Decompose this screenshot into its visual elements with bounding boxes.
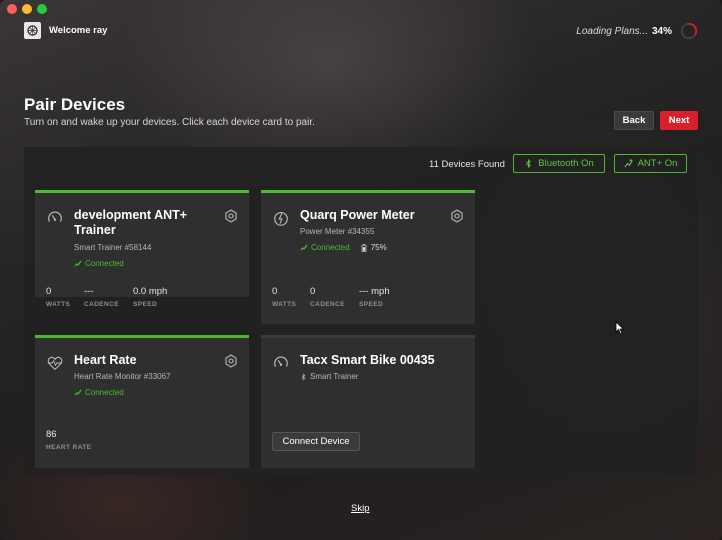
device-title: Heart Rate: [74, 353, 137, 367]
ant-label: ANT+ On: [637, 158, 678, 169]
top-bar: Welcome ray Loading Plans... 34%: [24, 20, 698, 42]
app-window: Welcome ray Loading Plans... 34% Pair De…: [0, 0, 722, 540]
device-card-power-meter[interactable]: Quarq Power Meter Power Meter #34355 Con…: [261, 190, 475, 324]
next-button[interactable]: Next: [660, 111, 698, 130]
loading-spinner-icon: [680, 22, 698, 40]
metric-cadence: --- CADENCE: [84, 286, 119, 308]
device-subtitle: Smart Trainer: [310, 372, 359, 381]
app-logo: [24, 22, 41, 39]
bluetooth-icon: [301, 372, 306, 381]
metric-label: WATTS: [272, 301, 297, 308]
close-window-button[interactable]: [7, 4, 17, 14]
settings-gear-icon[interactable]: [450, 209, 464, 223]
mouse-cursor-icon: [615, 321, 625, 335]
metric-value: ---: [84, 286, 94, 297]
device-subtitle: Smart Trainer #58144: [74, 243, 152, 252]
metric-label: SPEED: [133, 301, 158, 308]
metric-label: SPEED: [359, 301, 384, 308]
device-card-heart-rate[interactable]: Heart Rate Heart Rate Monitor #33067 Con…: [35, 335, 249, 468]
trainer-icon: [48, 211, 62, 222]
ant-plus-icon: [624, 159, 633, 168]
connected-icon: [74, 260, 82, 266]
device-title: development ANT+ Trainer: [74, 208, 188, 237]
metric-speed: 0.0 mph SPEED: [133, 286, 167, 308]
metric-value: 0: [310, 286, 316, 297]
minimize-window-button[interactable]: [22, 4, 32, 14]
status-text: Connected: [85, 388, 124, 397]
connected-icon: [300, 244, 308, 250]
welcome-text: Welcome ray: [49, 25, 108, 36]
metric-value: 86: [46, 429, 57, 440]
metric-value: 0: [46, 286, 52, 297]
settings-gear-icon[interactable]: [224, 354, 238, 368]
trainer-icon: [274, 356, 288, 367]
metric-label: HEART RATE: [46, 444, 92, 451]
window-controls: [7, 4, 47, 14]
devices-panel: 11 Devices Found Bluetooth On ANT+ On de…: [24, 147, 698, 475]
status-text: Connected: [85, 259, 124, 268]
devices-found-count: 11 Devices Found: [429, 159, 505, 170]
metric-watts: 0 WATTS: [46, 286, 70, 308]
metric-speed: --- mph SPEED: [359, 286, 390, 308]
metric-cadence: 0 CADENCE: [310, 286, 345, 308]
device-card-smart-bike[interactable]: Tacx Smart Bike 00435 Smart Trainer Conn…: [261, 335, 475, 468]
device-subtitle-row: Smart Trainer: [300, 372, 358, 381]
metric-watts: 0 WATTS: [272, 286, 296, 308]
battery-percent: 75%: [370, 243, 387, 252]
connect-device-button[interactable]: Connect Device: [272, 432, 360, 451]
power-meter-icon: [274, 212, 288, 226]
connection-status: Connected 75%: [300, 243, 387, 252]
heart-rate-icon: [47, 356, 63, 371]
metric-label: CADENCE: [84, 301, 119, 308]
page-subtitle: Turn on and wake up your devices. Click …: [24, 117, 315, 128]
metric-value: --- mph: [359, 286, 390, 297]
device-title: Tacx Smart Bike 00435: [300, 353, 435, 367]
maximize-window-button[interactable]: [37, 4, 47, 14]
settings-gear-icon[interactable]: [224, 209, 238, 223]
metric-label: WATTS: [46, 301, 71, 308]
device-title: Quarq Power Meter: [300, 208, 415, 222]
loading-text: Loading Plans...: [576, 26, 648, 37]
bluetooth-icon: [526, 159, 532, 168]
battery-icon: [361, 243, 367, 252]
metric-value: 0: [272, 286, 278, 297]
status-text: Connected: [311, 243, 350, 252]
connected-icon: [74, 389, 82, 395]
metric-heart-rate: 86 HEART RATE: [46, 429, 91, 451]
metric-value: 0.0 mph: [133, 286, 168, 297]
metric-label: CADENCE: [310, 301, 345, 308]
device-subtitle: Power Meter #34355: [300, 227, 375, 236]
bluetooth-toggle[interactable]: Bluetooth On: [513, 154, 605, 173]
page-title: Pair Devices: [24, 95, 126, 114]
ant-toggle[interactable]: ANT+ On: [614, 154, 687, 173]
wheel-logo-icon: [27, 25, 38, 36]
loading-percent: 34%: [651, 26, 672, 37]
skip-link[interactable]: Skip: [351, 503, 369, 514]
bluetooth-label: Bluetooth On: [538, 158, 594, 169]
connection-status: Connected: [74, 259, 124, 268]
back-button[interactable]: Back: [614, 111, 654, 130]
device-subtitle: Heart Rate Monitor #33067: [74, 372, 171, 381]
battery-level: 75%: [360, 243, 387, 252]
device-card-trainer[interactable]: development ANT+ Trainer Smart Trainer #…: [35, 190, 249, 308]
connection-status: Connected: [74, 388, 124, 397]
